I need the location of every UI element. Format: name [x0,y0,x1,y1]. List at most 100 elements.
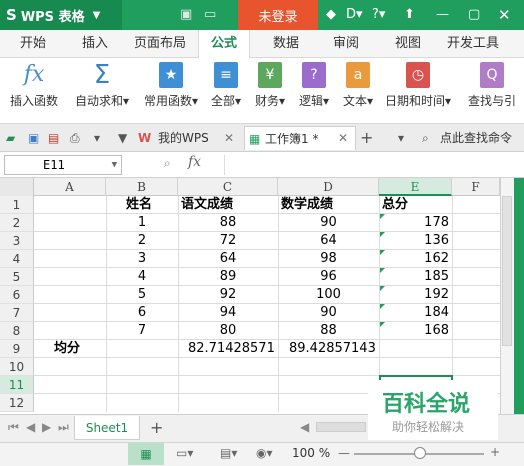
cell-d8[interactable]: 88 [278,322,379,340]
print-preview-icon[interactable]: ▤ [48,126,59,150]
cell-d2[interactable]: 90 [278,214,379,232]
scroll-left-icon[interactable]: ◀ [300,420,309,434]
column-header-c[interactable]: C [178,178,278,196]
datetime-button[interactable]: ◷ 日期和时间▾ [382,60,454,120]
row-header[interactable]: 7 [0,304,34,322]
tab-formula[interactable]: 公式 [198,30,250,58]
cell-e8[interactable]: 168 [379,322,449,340]
prev-sheet-icon[interactable]: ◀ [26,420,35,434]
row-header[interactable]: 10 [0,358,34,376]
cell-a9[interactable]: 均分 [54,340,80,358]
cell-d7[interactable]: 90 [278,304,379,322]
cloud-icon[interactable]: D▾ [346,7,363,22]
maximize-icon[interactable]: ▢ [468,7,480,22]
cell-e3[interactable]: 136 [379,232,449,250]
first-sheet-icon[interactable]: ⏮ [8,420,19,435]
text-functions-button[interactable]: a 文本▾ [338,60,378,120]
column-header-d[interactable]: D [278,178,379,196]
tab-data[interactable]: 数据 [262,30,310,58]
logic-button[interactable]: ? 逻辑▾ [294,60,334,120]
column-header-e[interactable]: E [379,178,452,196]
row-header[interactable]: 3 [0,232,34,250]
cell-d6[interactable]: 100 [278,286,379,304]
close-icon[interactable]: ✕ [498,6,511,24]
file-icon[interactable]: ▣ [180,7,192,22]
cell-e1[interactable]: 总分 [382,196,408,214]
pin-icon[interactable]: ▾ [398,126,404,150]
zoom-out-icon[interactable]: — [338,446,350,460]
row-header[interactable]: 1 [0,196,34,214]
zoom-in-icon[interactable]: + [490,445,500,459]
cell-c5[interactable]: 89 [178,268,278,286]
close-icon[interactable]: ✕ [338,126,348,150]
skin-icon[interactable]: ◆ [326,7,336,22]
folder-icon[interactable]: ▰ [6,126,15,150]
select-all-corner[interactable] [0,178,34,196]
help-icon[interactable]: ?▾ [372,7,385,22]
row-header[interactable]: 12 [0,394,34,412]
cell-b1[interactable]: 姓名 [126,196,152,214]
chevron-down-icon[interactable]: ▾ [94,126,100,150]
cell-c1[interactable]: 语文成绩 [181,196,233,214]
cell-d3[interactable]: 64 [278,232,379,250]
sheet-tab-sheet1[interactable]: Sheet1 [74,416,140,440]
cell-c6[interactable]: 92 [178,286,278,304]
side-panel-strip[interactable] [514,178,524,414]
print-icon[interactable]: ⎙ [70,126,80,150]
all-functions-button[interactable]: ≡ 全部▾ [206,60,246,120]
last-sheet-icon[interactable]: ⏭ [58,420,69,435]
login-button[interactable]: 未登录 [238,0,318,30]
page-layout-icon[interactable]: ▭▾ [176,446,193,460]
tab-start[interactable]: 开始 [8,30,58,58]
upload-icon[interactable]: ⬆ [404,7,415,22]
row-header[interactable]: 6 [0,286,34,304]
doctab-my-wps[interactable]: 我的WPS [158,126,209,150]
cell-c3[interactable]: 72 [178,232,278,250]
window-icon[interactable]: ▭ [204,7,216,22]
lookup-button[interactable]: Q 查找与引 [462,60,522,120]
column-header-a[interactable]: A [34,178,106,196]
horizontal-scrollbar[interactable] [316,422,366,432]
cell-d1[interactable]: 数学成绩 [281,196,333,214]
autosum-button[interactable]: Σ 自动求和▾ [70,60,134,120]
zoom-slider-handle[interactable] [414,447,426,459]
column-header-f[interactable]: F [452,178,500,196]
cell-e6[interactable]: 192 [379,286,449,304]
scrollbar-thumb[interactable] [502,196,512,346]
cell-e7[interactable]: 184 [379,304,449,322]
new-tab-icon[interactable]: + [360,126,373,150]
next-sheet-icon[interactable]: ▶ [42,420,51,434]
row-header[interactable]: 9 [0,340,34,358]
formula-input[interactable] [224,155,520,175]
cell-b5[interactable]: 4 [106,268,178,286]
cell-b2[interactable]: 1 [106,214,178,232]
zoom-level[interactable]: 100 % [292,446,330,460]
row-header[interactable]: 8 [0,322,34,340]
tab-review[interactable]: 审阅 [322,30,370,58]
search-icon[interactable]: ⌕ [422,126,429,150]
cell-c2[interactable]: 88 [178,214,278,232]
cell-c8[interactable]: 80 [178,322,278,340]
cell-b4[interactable]: 3 [106,250,178,268]
finance-button[interactable]: ¥ 财务▾ [250,60,290,120]
cell-c7[interactable]: 94 [178,304,278,322]
insert-function-button[interactable]: fx 插入函数 [4,60,64,120]
cell-c9[interactable]: 82.71428571 [188,340,275,358]
common-functions-button[interactable]: ★ 常用函数▾ [138,60,204,120]
tab-developer[interactable]: 开发工具 [440,30,506,58]
tab-insert[interactable]: 插入 [70,30,120,58]
cell-b8[interactable]: 7 [106,322,178,340]
tab-view[interactable]: 视图 [384,30,432,58]
command-search[interactable]: 点此查找命令 [440,126,512,150]
fx-button[interactable]: fx [188,154,201,170]
reading-mode-icon[interactable]: ◉▾ [256,446,273,460]
row-header[interactable]: 11 [0,376,34,394]
cell-e4[interactable]: 162 [379,250,449,268]
search-icon[interactable]: ⌕ [164,156,171,171]
cell-e5[interactable]: 185 [379,268,449,286]
cell-b6[interactable]: 5 [106,286,178,304]
app-menu-button[interactable]: S WPS 表格 ▼ [0,0,122,30]
cell-d9[interactable]: 89.42857143 [289,340,376,358]
tab-page-layout[interactable]: 页面布局 [128,30,192,58]
page-break-icon[interactable]: ▤▾ [220,446,237,460]
